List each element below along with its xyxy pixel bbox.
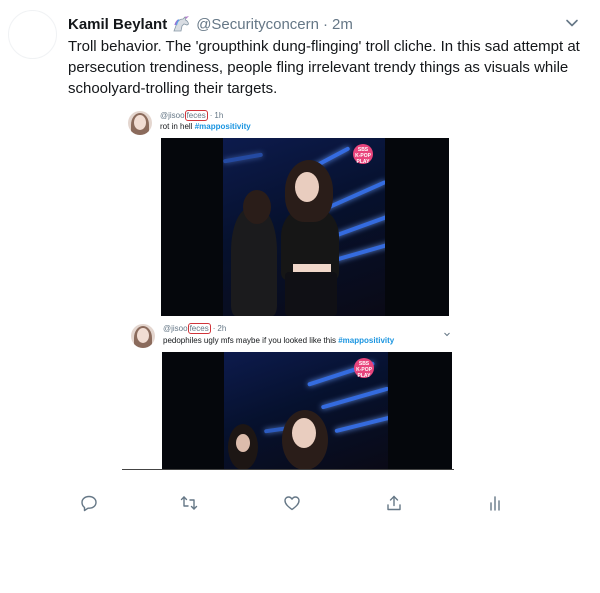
embedded-text-body: pedophiles ugly mfs maybe if you looked … [163,336,336,345]
reply-icon [80,494,98,512]
chevron-down-icon [443,325,451,337]
header-separator: · [322,15,328,33]
tweet-header: Kamil Beylant @Securityconcern · 2m [68,13,588,35]
redaction-box: feces [187,323,211,334]
unicorn-icon [172,15,191,33]
embedded-video: SBS K-POP PLAY [161,138,449,316]
retweet-icon [180,494,198,512]
embedded-text-body: rot in hell [160,122,193,131]
tweet-text: Troll behavior. The 'groupthink dung-fli… [68,38,580,97]
embedded-time: 2h [217,324,227,333]
share-button[interactable] [380,489,408,517]
embedded-hashtag: #mappositivity [338,336,395,345]
heart-icon [283,494,301,512]
embedded-video: SBS K-POP PLAY [162,352,452,470]
embedded-separator: · [209,111,213,120]
analytics-icon [486,494,504,512]
embedded-separator: · [212,324,216,333]
reply-button[interactable] [75,489,103,517]
embedded-post-text: rot in hell #mappositivity [160,122,251,131]
sbs-logo: SBS K-POP PLAY [354,358,374,379]
embedded-post-header: @jisoo feces · 2h [163,323,226,334]
embedded-post-text: pedophiles ugly mfs maybe if you looked … [163,336,394,345]
embedded-hashtag: #mappositivity [194,122,251,131]
tweet-timestamp[interactable]: 2m [332,16,353,33]
embed-divider [122,469,454,470]
embedded-avatar [131,324,155,348]
redaction-box: feces [184,110,208,121]
tweet-action-bar [0,489,600,517]
retweet-button[interactable] [175,489,203,517]
embedded-handle-prefix: @jisoo [163,324,188,333]
chevron-down-icon[interactable] [564,15,580,31]
analytics-button[interactable] [481,489,509,517]
sbs-logo: SBS K-POP PLAY [353,144,373,165]
author-avatar[interactable] [8,10,57,59]
like-button[interactable] [278,489,306,517]
embedded-screenshot[interactable]: @jisoo feces · 1h rot in hell #mappositi… [122,104,454,470]
author-handle[interactable]: @Securityconcern [196,16,319,33]
embedded-post-header: @jisoo feces · 1h [160,110,223,121]
share-icon [385,494,403,512]
author-name[interactable]: Kamil Beylant [68,16,167,33]
embedded-time: 1h [214,111,224,120]
embedded-handle-prefix: @jisoo [160,111,185,120]
embedded-avatar [128,111,152,135]
